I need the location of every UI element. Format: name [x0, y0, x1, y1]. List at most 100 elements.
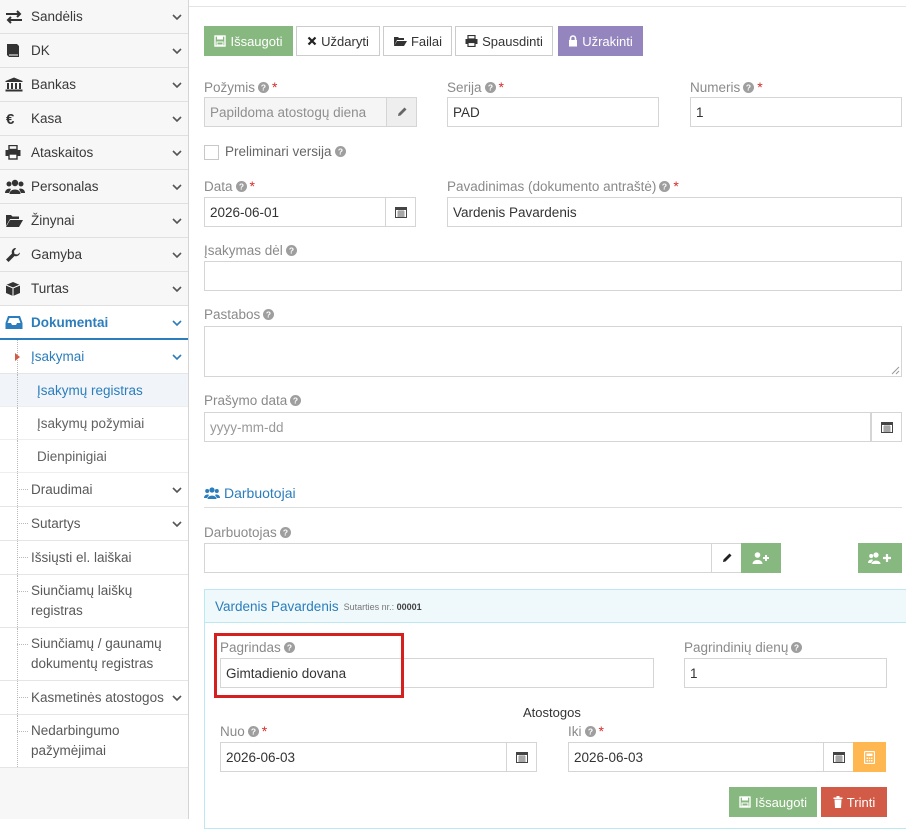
pozymis-edit-button[interactable] — [386, 97, 417, 127]
sidebar-item-label: Siunčiamų laiškų registras — [31, 583, 133, 618]
sidebar-item-label: Turtas — [31, 281, 69, 296]
nuo-calendar-button[interactable] — [506, 742, 537, 772]
iki-calendar-button[interactable] — [823, 742, 854, 772]
help-icon: ? — [263, 309, 275, 320]
chevron-down-icon — [172, 217, 182, 224]
sidebar-item-dienpinigiai[interactable]: Dienpinigiai — [0, 440, 188, 473]
sidebar-item-dokumentai[interactable]: Dokumentai — [0, 306, 188, 340]
sidebar-item-zinynai[interactable]: Žinynai — [0, 204, 188, 238]
sidebar-item-label: Siunčiamų / gaunamų dokumentų registras — [31, 636, 162, 671]
help-icon: ? — [258, 81, 270, 93]
prasymo-data-field[interactable]: yyyy-mm-dd — [204, 412, 871, 442]
sidebar-item-dk[interactable]: DK — [0, 34, 188, 68]
chevron-down-icon — [172, 285, 182, 292]
employee-delete-button[interactable]: Trinti — [821, 787, 887, 817]
employee-delete-label: Trinti — [846, 794, 876, 810]
preliminari-checkbox[interactable] — [204, 145, 219, 160]
sidebar-item-nedarbingumo-pazymejimai[interactable]: Nedarbingumo pažymėjimai — [0, 715, 188, 768]
sidebar-item-draudimai[interactable]: Draudimai — [0, 473, 188, 507]
pastabos-textarea[interactable] — [204, 326, 902, 377]
svg-text:?: ? — [337, 147, 342, 157]
svg-text:?: ? — [283, 528, 288, 538]
darbuotojas-field[interactable] — [204, 543, 712, 573]
chevron-down-icon — [172, 149, 182, 156]
sidebar-item-isakymu-pozymiai[interactable]: Įsakymų požymiai — [0, 407, 188, 440]
calendar-icon — [515, 751, 528, 763]
sidebar-item-isakymu-registras[interactable]: Įsakymų registras — [0, 374, 188, 407]
print-button[interactable]: Spausdinti — [455, 26, 553, 56]
svg-text:?: ? — [662, 181, 667, 191]
sidebar-item-siunciamu-laisku-registras[interactable]: Siunčiamų laiškų registras — [0, 575, 188, 628]
sidebar-item-label: Sutartys — [31, 515, 81, 531]
sidebar-item-gamyba[interactable]: Gamyba — [0, 238, 188, 272]
data-calendar-button[interactable] — [385, 197, 416, 227]
contract-info: Sutarties nr.: 00001 — [343, 602, 422, 612]
help-icon: ? — [247, 725, 259, 737]
print-icon — [5, 144, 27, 162]
svg-text:?: ? — [287, 643, 292, 653]
wrench-icon — [5, 246, 27, 264]
sidebar-item-label: Kasmetinės atostogos — [31, 689, 164, 705]
close-button[interactable]: Uždaryti — [296, 26, 380, 56]
pozymis-label: Požymis ? * — [204, 79, 278, 95]
sidebar-item-kasmetines-atostogos[interactable]: Kasmetinės atostogos — [0, 681, 188, 715]
sidebar-item-label: Įsakymų požymiai — [37, 415, 145, 431]
chevron-down-icon — [172, 47, 182, 54]
sidebar-item-bankas[interactable]: Bankas — [0, 68, 188, 102]
help-icon: ? — [484, 81, 496, 93]
sidebar-item-dokumentu-registras[interactable]: Siunčiamų / gaunamų dokumentų registras — [0, 628, 188, 681]
help-icon: ? — [584, 725, 596, 737]
users-icon — [5, 178, 27, 196]
data-field[interactable]: 2026-06-01 — [204, 197, 386, 227]
chevron-down-icon — [172, 81, 182, 88]
lock-button[interactable]: Užrakinti — [558, 26, 643, 56]
add-employee-button[interactable] — [741, 543, 781, 573]
isakymas-del-field[interactable] — [204, 261, 902, 291]
employee-save-label: Išsaugoti — [754, 794, 808, 810]
darbuotojas-edit-button[interactable] — [711, 543, 742, 573]
svg-text:?: ? — [794, 643, 799, 653]
help-icon: ? — [285, 245, 297, 256]
sidebar-item-label: Nedarbingumo pažymėjimai — [31, 723, 120, 758]
sidebar-item-ataskaitos[interactable]: Ataskaitos — [0, 136, 188, 170]
main-content: Išsaugoti Uždaryti Failai Spausdinti Užr… — [189, 0, 906, 829]
iki-field[interactable]: 2026-06-03 — [568, 742, 824, 772]
print-button-label: Spausdinti — [482, 33, 543, 49]
sidebar-item-isakymai[interactable]: Įsakymai — [0, 340, 188, 374]
close-icon — [307, 36, 317, 46]
pavadinimas-field[interactable]: Vardenis Pavardenis — [447, 197, 902, 227]
sidebar-item-personalas[interactable]: Personalas — [0, 170, 188, 204]
calculate-button[interactable] — [853, 742, 886, 772]
calendar-icon — [880, 421, 893, 433]
nuo-field[interactable]: 2026-06-03 — [220, 742, 507, 772]
help-icon: ? — [279, 527, 291, 538]
serija-field[interactable]: PAD — [447, 97, 659, 127]
pagrindas-field[interactable]: Gimtadienio dovana — [220, 658, 654, 688]
add-employees-button[interactable] — [858, 543, 902, 573]
files-button[interactable]: Failai — [383, 26, 452, 56]
preliminari-label: Preliminari versija ? — [225, 144, 346, 159]
sidebar-item-sutartys[interactable]: Sutartys — [0, 507, 188, 541]
sidebar-item-label: Gamyba — [31, 247, 83, 262]
sidebar-item-kasa[interactable]: € Kasa — [0, 102, 188, 136]
folder-open-icon — [393, 35, 407, 47]
user-plus-icon — [752, 552, 770, 564]
pozymis-field[interactable]: Papildoma atostogų diena — [204, 97, 387, 127]
help-icon: ? — [283, 642, 295, 653]
employee-save-button[interactable]: Išsaugoti — [729, 787, 817, 817]
save-button[interactable]: Išsaugoti — [204, 26, 293, 56]
employee-panel-header: Vardenis Pavardenis Sutarties nr.: 00001 — [205, 590, 906, 623]
sidebar-item-label: Draudimai — [31, 481, 93, 497]
files-button-label: Failai — [410, 33, 443, 49]
sidebar-item-issiusti-laiskai[interactable]: Išsiųsti el. laiškai — [0, 541, 188, 575]
help-icon: ? — [290, 395, 302, 406]
lock-icon — [568, 35, 578, 47]
resize-handle-icon[interactable] — [891, 366, 900, 375]
sidebar-item-turtas[interactable]: Turtas — [0, 272, 188, 306]
pagrindiniu-dienu-field[interactable]: 1 — [684, 658, 887, 688]
sidebar-item-label: Kasa — [31, 111, 62, 126]
sidebar-item-label: Ataskaitos — [31, 145, 94, 160]
sidebar-item-sandelis[interactable]: Sandėlis — [0, 0, 188, 34]
numeris-field[interactable]: 1 — [690, 97, 902, 127]
prasymo-data-calendar-button[interactable] — [871, 412, 902, 442]
